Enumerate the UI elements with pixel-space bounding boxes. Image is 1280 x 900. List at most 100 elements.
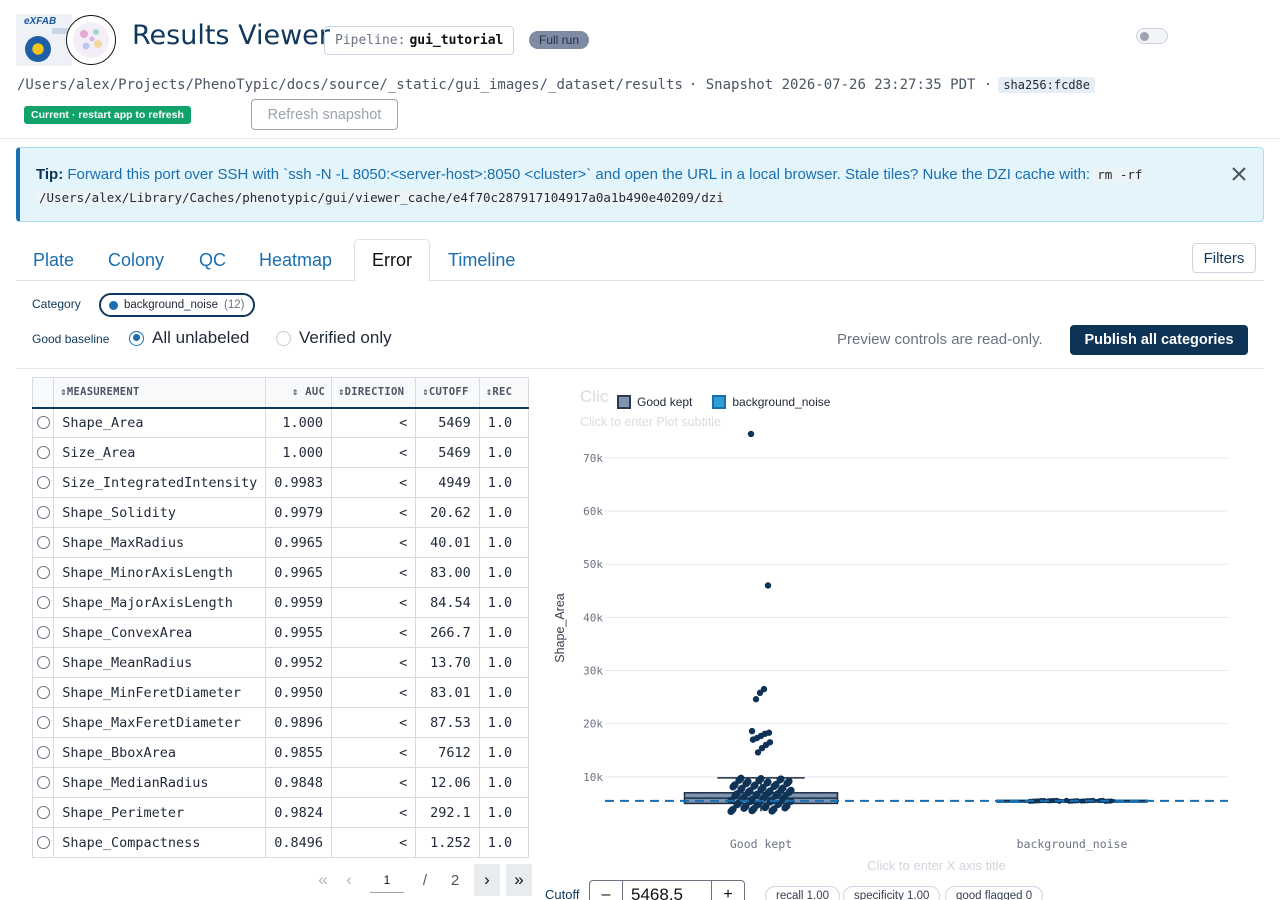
row-select-cell[interactable] bbox=[32, 587, 55, 618]
cell-auc: 0.9979 bbox=[265, 497, 333, 528]
data-point bbox=[781, 793, 789, 801]
refresh-snapshot-button[interactable]: Refresh snapshot bbox=[251, 99, 398, 130]
table-row[interactable]: Size_IntegratedIntensity 0.9983 <4949 1.0 bbox=[32, 467, 529, 498]
tab-timeline[interactable]: Timeline bbox=[431, 239, 532, 281]
row-radio-icon[interactable] bbox=[36, 476, 50, 489]
prev-page-icon[interactable]: ‹ bbox=[336, 864, 362, 896]
row-radio-icon[interactable] bbox=[36, 836, 50, 849]
first-page-icon[interactable]: « bbox=[310, 864, 336, 896]
radio-selected-icon[interactable] bbox=[129, 330, 144, 346]
table-row[interactable]: Shape_MaxRadius 0.9965 <40.01 1.0 bbox=[32, 527, 529, 558]
row-radio-icon[interactable] bbox=[36, 566, 50, 579]
column-header-auc[interactable]: ⇕ AUC bbox=[265, 377, 333, 409]
cutoff-input[interactable]: 5468.5 bbox=[622, 881, 712, 900]
column-header-direction[interactable]: ⇕DIRECTION bbox=[331, 377, 417, 409]
row-select-cell[interactable] bbox=[32, 617, 55, 648]
row-radio-icon[interactable] bbox=[36, 536, 50, 549]
cell-cutoff: 20.62 bbox=[415, 497, 480, 528]
cell-cutoff: 87.53 bbox=[415, 707, 480, 738]
cell-auc: 0.9855 bbox=[265, 737, 333, 768]
column-header-measurement[interactable]: ⇕MEASUREMENT bbox=[53, 377, 267, 409]
table-row[interactable]: Shape_MinFeretDiameter 0.9950 <83.01 1.0 bbox=[32, 677, 529, 708]
last-page-icon[interactable]: » bbox=[506, 864, 532, 896]
cell-measurement: Shape_MeanRadius bbox=[53, 647, 267, 678]
row-select-cell[interactable] bbox=[32, 407, 55, 438]
row-radio-icon[interactable] bbox=[36, 716, 50, 729]
box-plot-chart[interactable]: 10k 20k 30k 40k 50k 60k 70k Shape_Area Good kept… bbox=[540, 378, 1264, 878]
tab-plate[interactable]: Plate bbox=[16, 239, 91, 281]
row-select-cell[interactable] bbox=[32, 437, 55, 468]
data-point bbox=[764, 778, 772, 786]
row-radio-icon[interactable] bbox=[36, 596, 50, 609]
row-select-cell[interactable] bbox=[32, 467, 55, 498]
cell-measurement: Shape_Compactness bbox=[53, 827, 267, 858]
table-row[interactable]: Shape_Perimeter 0.9824 <292.1 1.0 bbox=[32, 797, 529, 828]
row-radio-icon[interactable] bbox=[36, 446, 50, 459]
tab-error[interactable]: Error bbox=[354, 239, 430, 282]
cell-auc: 0.9848 bbox=[265, 767, 333, 798]
row-select-cell[interactable] bbox=[32, 647, 55, 678]
row-select-cell[interactable] bbox=[32, 557, 55, 588]
row-select-cell[interactable] bbox=[32, 797, 55, 828]
row-radio-icon[interactable] bbox=[36, 626, 50, 639]
table-row[interactable]: Shape_MaxFeretDiameter 0.9896 <87.53 1.0 bbox=[32, 707, 529, 738]
filters-button[interactable]: Filters bbox=[1192, 243, 1256, 273]
table-row[interactable]: Shape_Solidity 0.9979 <20.62 1.0 bbox=[32, 497, 529, 528]
table-row[interactable]: Shape_MedianRadius 0.9848 <12.06 1.0 bbox=[32, 767, 529, 798]
row-radio-icon[interactable] bbox=[36, 686, 50, 699]
cutoff-increment-button[interactable]: + bbox=[712, 881, 744, 900]
table-row[interactable]: Shape_MeanRadius 0.9952 <13.70 1.0 bbox=[32, 647, 529, 678]
row-select-cell[interactable] bbox=[32, 827, 55, 858]
cell-direction: < bbox=[331, 587, 417, 618]
radio-unselected-icon[interactable] bbox=[276, 330, 291, 346]
table-row[interactable]: Shape_Compactness 0.8496 <1.252 1.0 bbox=[32, 827, 529, 858]
cell-direction: < bbox=[331, 557, 417, 588]
table-row[interactable]: Shape_BboxArea 0.9855 <7612 1.0 bbox=[32, 737, 529, 768]
table-row[interactable]: Shape_ConvexArea 0.9955 <266.7 1.0 bbox=[32, 617, 529, 648]
tip-label: Tip: bbox=[36, 166, 64, 183]
tab-qc[interactable]: QC bbox=[182, 239, 243, 281]
row-radio-icon[interactable] bbox=[36, 506, 50, 519]
cell-measurement: Shape_Area bbox=[53, 407, 267, 438]
publish-all-button[interactable]: Publish all categories bbox=[1070, 325, 1248, 355]
tab-colony[interactable]: Colony bbox=[91, 239, 181, 281]
baseline-all-unlabeled-option[interactable]: All unlabeled bbox=[129, 328, 249, 348]
table-row[interactable]: Size_Area 1.000 <5469 1.0 bbox=[32, 437, 529, 468]
row-radio-icon[interactable] bbox=[36, 746, 50, 759]
category-label: Category bbox=[32, 297, 81, 311]
cell-measurement: Shape_MajorAxisLength bbox=[53, 587, 267, 618]
row-select-cell[interactable] bbox=[32, 737, 55, 768]
row-select-cell[interactable] bbox=[32, 677, 55, 708]
next-page-icon[interactable]: › bbox=[474, 864, 500, 896]
row-radio-icon[interactable] bbox=[36, 806, 50, 819]
table-row[interactable]: Shape_MinorAxisLength 0.9965 <83.00 1.0 bbox=[32, 557, 529, 588]
cell-auc: 0.9896 bbox=[265, 707, 333, 738]
cutoff-decrement-button[interactable]: – bbox=[590, 881, 622, 900]
data-point bbox=[762, 802, 770, 811]
table-row[interactable]: Shape_Area 1.000 <5469 1.0 bbox=[32, 407, 529, 438]
row-select-cell[interactable] bbox=[32, 527, 55, 558]
cell-cutoff: 83.00 bbox=[415, 557, 480, 588]
cell-recall: 1.0 bbox=[478, 797, 529, 828]
cell-recall: 1.0 bbox=[478, 647, 529, 678]
baseline-verified-option[interactable]: Verified only bbox=[276, 328, 392, 348]
cell-measurement: Shape_MaxRadius bbox=[53, 527, 267, 558]
column-header-cutoff[interactable]: ⇕CUTOFF bbox=[415, 377, 480, 409]
tip-alert: Tip: Forward this port over SSH with `ss… bbox=[16, 147, 1264, 222]
row-radio-icon[interactable] bbox=[36, 776, 50, 789]
theme-toggle[interactable] bbox=[1136, 28, 1168, 44]
category-pill[interactable]: background_noise (12) bbox=[99, 293, 256, 317]
row-select-cell[interactable] bbox=[32, 707, 55, 738]
table-pager: « ‹ / 2 › » bbox=[310, 864, 532, 896]
page-number-input[interactable] bbox=[370, 867, 404, 893]
close-icon[interactable] bbox=[1229, 164, 1249, 184]
row-radio-icon[interactable] bbox=[36, 416, 50, 430]
column-header-recall[interactable]: ⇕REC bbox=[478, 377, 529, 409]
cell-auc: 0.9955 bbox=[265, 617, 333, 648]
table-row[interactable]: Shape_MajorAxisLength 0.9959 <84.54 1.0 bbox=[32, 587, 529, 618]
tab-heatmap[interactable]: Heatmap bbox=[242, 239, 349, 281]
row-select-cell[interactable] bbox=[32, 767, 55, 798]
row-select-cell[interactable] bbox=[32, 497, 55, 528]
cell-direction: < bbox=[331, 467, 417, 498]
row-radio-icon[interactable] bbox=[36, 656, 50, 669]
